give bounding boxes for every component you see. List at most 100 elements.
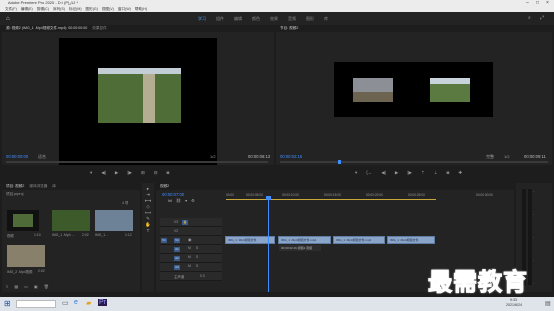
mute-icon[interactable]: M (188, 255, 191, 259)
program-playhead[interactable] (338, 160, 341, 164)
snap-icon[interactable]: ⋈ (168, 198, 172, 203)
track-header-a2: A2 M S (160, 254, 222, 263)
source-monitor-tabs: 源: 视频2 (IMG_1 .Mp4视频文件.mp4): 00:00:00:00… (2, 25, 274, 32)
source-timecode[interactable]: 00:00:00:00 (6, 154, 28, 159)
overwrite-icon[interactable]: ⊟ (154, 170, 158, 176)
workspace-effects[interactable]: 效果 (270, 12, 278, 25)
workspace-libraries[interactable]: 库 (324, 12, 328, 25)
playhead-handle[interactable] (266, 196, 271, 200)
tab-sequence[interactable]: 视频2 (160, 183, 169, 190)
taskbar-search[interactable] (16, 300, 56, 308)
workspace-bar: ⌂ 学习 组件 编辑 颜色 效果 音频 图形 库 ⌕ ⤢ (0, 12, 554, 25)
folder-icon[interactable]: ▰ (86, 299, 91, 307)
step-forward-icon[interactable]: |▶ (407, 170, 412, 176)
extract-icon[interactable]: ⇣ (434, 170, 438, 176)
step-back-icon[interactable]: ◀| (101, 170, 106, 176)
timeline-timecode[interactable]: 00:00:07:00 (162, 192, 184, 197)
list-view-icon[interactable]: ≡ (6, 284, 8, 289)
timeline-playhead[interactable] (268, 196, 269, 292)
settings-icon[interactable]: ✚ (458, 170, 462, 176)
workspace-graphics[interactable]: 图形 (306, 12, 314, 25)
notification-icon[interactable]: ▤ (545, 300, 551, 307)
program-resolution-select[interactable]: 1/2 (504, 154, 510, 159)
premiere-icon[interactable]: Pr (98, 299, 107, 306)
clock-time: 9:33 (510, 298, 517, 302)
workspace-editing[interactable]: 编辑 (234, 12, 242, 25)
export-frame-icon[interactable]: ◙ (447, 170, 450, 176)
source-monitor: 源: 视频2 (IMG_1 .Mp4视频文件.mp4): 00:00:00:00… (2, 25, 274, 165)
trash-icon[interactable]: 🗑 (44, 284, 49, 289)
source-resolution-select[interactable]: 1/2 (210, 154, 216, 159)
project-item-count: 4 项 (122, 201, 129, 205)
timeline-clip[interactable]: IMG_1 .Mp4视频文件.mp4 (278, 236, 331, 244)
track-lock-icon[interactable]: 🔒 (182, 220, 188, 225)
mark-in-icon[interactable]: ▾ (90, 170, 92, 176)
workspace-learn[interactable]: 学习 (198, 12, 206, 25)
track-label-v2: V2 (174, 229, 179, 233)
program-scrubber[interactable] (280, 160, 548, 164)
program-timecode[interactable]: 00:00:02:16 (280, 154, 302, 159)
icon-view-icon[interactable]: ▦ (14, 284, 18, 289)
search-icon[interactable]: ⌕ (528, 15, 531, 21)
add-marker-icon[interactable]: ▾ (185, 198, 187, 203)
project-thumb-0[interactable] (7, 210, 39, 231)
step-back-icon[interactable]: ◀| (381, 170, 386, 176)
timeline-tools: ⋈ ⛓ ▾ ⚙ (168, 198, 195, 203)
project-thumb-3[interactable] (7, 245, 45, 267)
go-to-in-icon[interactable]: {← (366, 170, 372, 176)
track-target-v1[interactable]: V1 (174, 238, 180, 243)
lift-icon[interactable]: ⇡ (421, 170, 425, 176)
master-volume[interactable]: 0.0 (200, 274, 205, 278)
type-tool-icon[interactable]: T (142, 228, 154, 233)
solo-icon[interactable]: S (196, 264, 198, 268)
program-clip-left (353, 78, 393, 102)
workspace-color[interactable]: 颜色 (252, 12, 260, 25)
window-title: Adobe Premiere Pro 2020 - D:\ (P)ر\Ĳ * (8, 0, 79, 5)
tab-project[interactable]: 项目: 视频2 (6, 183, 24, 190)
export-frame-icon[interactable]: ◙ (167, 170, 170, 176)
project-thumb-1[interactable] (52, 210, 90, 231)
play-icon[interactable]: ▶ (395, 170, 398, 176)
new-item-icon[interactable]: ▣ (34, 284, 38, 289)
mark-in-icon[interactable]: ▾ (355, 170, 357, 176)
tab-effect-controls[interactable]: 效果控件 (92, 25, 106, 32)
solo-icon[interactable]: S (196, 255, 198, 259)
tab-source[interactable]: 源: 视频2 (IMG_1 .Mp4视频文件.mp4): 00:00:00:00 (6, 25, 87, 32)
work-area-bar[interactable] (226, 199, 436, 200)
master-label: 主声道 (174, 275, 185, 279)
tab-libraries[interactable]: 库 (52, 183, 56, 190)
wrench-icon[interactable]: ⚙ (191, 198, 195, 203)
program-fit-select[interactable]: 完整 (486, 154, 494, 160)
linked-selection-icon[interactable]: ⛓ (176, 198, 181, 203)
step-forward-icon[interactable]: |▶ (127, 170, 132, 176)
project-search[interactable]: 项目.prproj (6, 192, 23, 197)
windows-start-icon[interactable]: ⊞ (4, 299, 11, 308)
new-bin-icon[interactable]: ▭ (24, 284, 28, 289)
play-icon[interactable]: ▶ (115, 170, 118, 176)
task-view-icon[interactable]: ▭ (62, 299, 69, 307)
tab-media-browser[interactable]: 媒体浏览器 (29, 183, 47, 190)
timeline-clip[interactable]: IMG_1 .Mp4视频文件.mp4 (333, 236, 385, 244)
insert-icon[interactable]: ⊞ (141, 170, 145, 176)
project-footer: ≡ ▦ ▭ ▣ 🗑 (6, 284, 136, 289)
workspace-assembly[interactable]: 组件 (216, 12, 224, 25)
source-fit-select[interactable]: 适合 (38, 154, 46, 160)
home-icon[interactable]: ⌂ (6, 16, 10, 22)
fullscreen-icon[interactable]: ⤢ (540, 15, 544, 21)
mute-icon[interactable]: M (188, 264, 191, 268)
program-timecode-row: 00:00:02:16 完整 1/2 00:00:09:11 (280, 154, 550, 160)
track-target-a3[interactable]: A3 (174, 265, 180, 270)
source-scrubber[interactable] (6, 161, 268, 163)
track-target-a1[interactable]: A1 (174, 247, 180, 252)
track-target-a2[interactable]: A2 (174, 256, 180, 261)
project-item-duration-2: 1:12 (125, 233, 132, 237)
source-patch-v1[interactable]: V1 (161, 238, 167, 243)
workspace-audio[interactable]: 音频 (288, 12, 296, 25)
edge-icon[interactable]: e (74, 299, 78, 306)
mute-icon[interactable]: M (188, 246, 191, 250)
project-thumb-2[interactable] (95, 210, 133, 231)
eye-icon[interactable]: ◉ (188, 237, 192, 242)
tab-program[interactable]: 节目: 视频2 (280, 25, 298, 32)
timeline-clip[interactable]: IMG_1 .Mp4视频文件 (387, 236, 435, 244)
solo-icon[interactable]: S (196, 246, 198, 250)
